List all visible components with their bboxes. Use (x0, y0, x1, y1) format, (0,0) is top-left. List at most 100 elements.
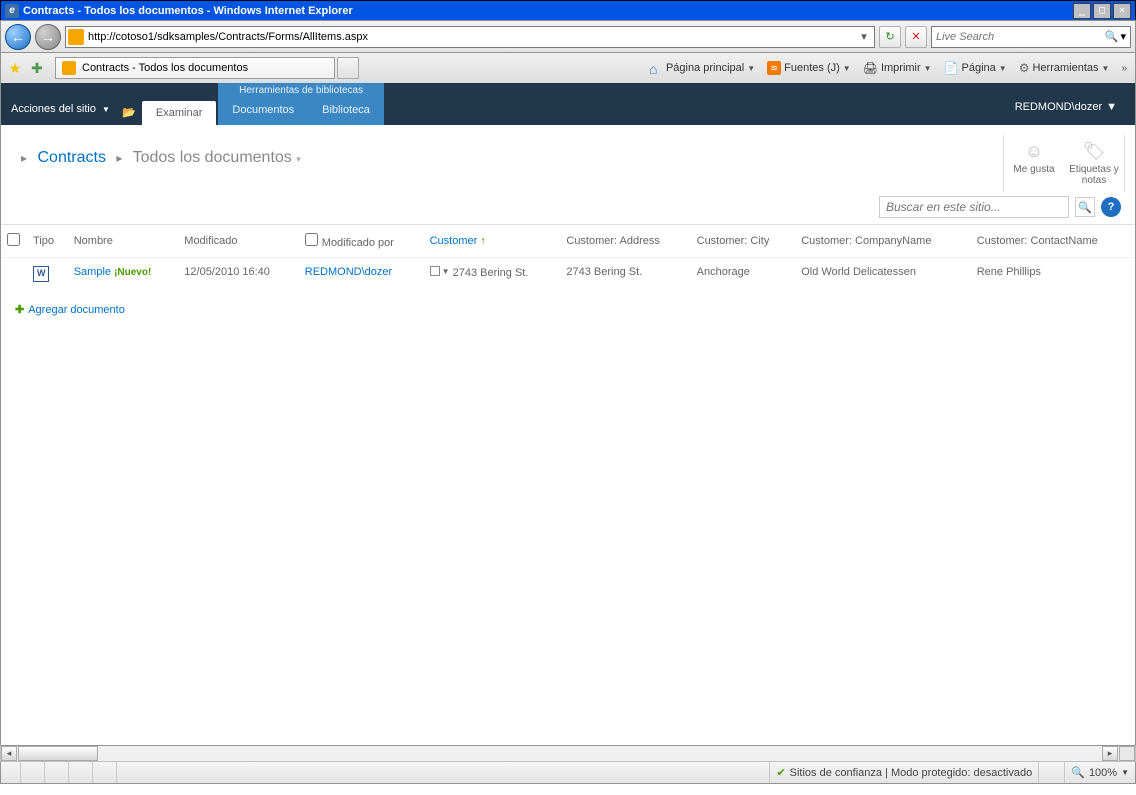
cmd-tools-label: Herramientas (1032, 62, 1098, 74)
tab-favicon (62, 61, 76, 75)
status-cell (21, 762, 45, 783)
scroll-right-button[interactable]: ▸ (1102, 746, 1118, 761)
tab-browse[interactable]: Examinar (142, 101, 216, 125)
like-label: Me gusta (1013, 164, 1054, 175)
chevron-down-icon: ▼ (924, 64, 932, 73)
doc-name-link[interactable]: Sample (74, 266, 111, 278)
filter-checkbox[interactable] (305, 233, 318, 246)
cmd-home-label: Página principal (666, 62, 744, 74)
print-icon (863, 61, 878, 75)
url-input[interactable] (88, 28, 856, 46)
command-overflow[interactable]: » (1117, 63, 1131, 74)
tags-icon: 🏷 (1068, 141, 1120, 162)
cmd-print[interactable]: Imprimir ▼ (859, 59, 936, 77)
chevron-down-icon: ▼ (1121, 768, 1129, 777)
chevron-down-icon: ▼ (843, 64, 851, 73)
stop-button[interactable]: ✕ (905, 26, 927, 48)
site-actions-label: Acciones del sitio (11, 103, 96, 115)
favorites-button[interactable]: ★ (5, 58, 25, 78)
new-tab-button[interactable] (337, 57, 359, 79)
refresh-button[interactable]: ↻ (879, 26, 901, 48)
col-type[interactable]: Tipo (27, 225, 68, 258)
breadcrumb-sep-icon: ▸ (110, 151, 128, 165)
site-search-button[interactable]: 🔍 (1075, 197, 1095, 217)
chevron-down-icon: ▾ (296, 154, 301, 164)
new-badge: ¡Nuevo! (114, 267, 151, 278)
command-bar: ★ ✚ Contracts - Todos los documentos Pág… (0, 53, 1136, 83)
user-name: REDMOND\dozer (1015, 101, 1102, 113)
cell-company: Old World Delicatessen (795, 258, 971, 294)
tab-library[interactable]: Biblioteca (308, 98, 384, 122)
close-button[interactable]: ✕ (1113, 3, 1131, 19)
cell-modified: 12/05/2010 16:40 (178, 258, 299, 294)
navigate-up-icon[interactable]: 📂 (120, 109, 138, 125)
maximize-button[interactable]: □ (1093, 3, 1111, 19)
gear-icon (1019, 61, 1030, 75)
breadcrumb-list[interactable]: Contracts (37, 149, 105, 166)
zoom-value: 100% (1089, 767, 1117, 779)
cell-address: 2743 Bering St. (560, 258, 690, 294)
cmd-home[interactable]: Página principal ▼ (645, 59, 759, 77)
content-area: ▸ Contracts ▸ Todos los documentos ▾ ☺ M… (0, 125, 1136, 745)
tags-label: Etiquetas y notas (1069, 164, 1118, 186)
browser-search-input[interactable] (936, 31, 1104, 43)
horizontal-scrollbar[interactable]: ◂ ▸ (0, 745, 1136, 762)
word-doc-icon (33, 266, 49, 282)
col-modified-by[interactable]: Modificado por (299, 225, 424, 258)
home-icon (649, 61, 663, 75)
search-dropdown[interactable]: ▾ (1120, 30, 1126, 43)
tab-documents[interactable]: Documentos (218, 98, 308, 122)
col-name[interactable]: Nombre (68, 225, 179, 258)
cell-modified-by[interactable]: REDMOND\dozer (305, 266, 392, 278)
chevron-down-icon: ▼ (999, 64, 1007, 73)
breadcrumb-sep-icon: ▸ (15, 151, 33, 165)
chevron-down-icon: ▼ (747, 64, 755, 73)
browser-tab[interactable]: Contracts - Todos los documentos (55, 57, 335, 79)
search-icon[interactable]: 🔍 (1104, 30, 1120, 43)
add-favorites-button[interactable]: ✚ (27, 58, 47, 78)
address-dropdown[interactable]: ▾ (856, 30, 872, 43)
cmd-page[interactable]: Página ▼ (940, 59, 1011, 77)
trusted-zone-icon: ✔ (776, 766, 785, 779)
col-customer[interactable]: Customer ↑ (424, 225, 561, 258)
security-zone[interactable]: ✔ Sitios de confianza | Modo protegido: … (770, 762, 1039, 783)
window-titlebar: Contracts - Todos los documentos - Windo… (0, 0, 1136, 20)
site-search-input[interactable] (879, 196, 1069, 218)
col-modified[interactable]: Modificado (178, 225, 299, 258)
col-contact[interactable]: Customer: ContactName (971, 225, 1135, 258)
add-document-link[interactable]: Agregar documento (28, 304, 125, 316)
status-cell (1, 762, 21, 783)
cmd-feeds-label: Fuentes (J) (784, 62, 840, 74)
col-address[interactable]: Customer: Address (560, 225, 690, 258)
breadcrumb-view[interactable]: Todos los documentos ▾ (133, 149, 301, 166)
status-cell (93, 762, 117, 783)
breadcrumb: ▸ Contracts ▸ Todos los documentos ▾ (15, 135, 1003, 167)
related-item-picker[interactable]: ▼ (430, 266, 450, 276)
tags-button[interactable]: 🏷 Etiquetas y notas (1064, 135, 1124, 192)
scroll-corner (1119, 746, 1135, 761)
select-all-checkbox[interactable] (7, 233, 20, 246)
site-favicon (68, 29, 84, 45)
cmd-tools[interactable]: Herramientas ▼ (1015, 59, 1114, 77)
user-menu[interactable]: REDMOND\dozer ▼ (1015, 101, 1135, 125)
table-row[interactable]: Sample ¡Nuevo! 12/05/2010 16:40 REDMOND\… (1, 258, 1135, 294)
chevron-down-icon: ▼ (442, 267, 450, 276)
ie-icon (5, 4, 19, 18)
col-city[interactable]: Customer: City (691, 225, 796, 258)
address-bar[interactable]: ▾ (65, 26, 875, 48)
chevron-down-icon: ▼ (102, 105, 110, 114)
scroll-thumb[interactable] (18, 746, 98, 761)
forward-button[interactable]: → (35, 24, 61, 50)
help-button[interactable]: ? (1101, 197, 1121, 217)
like-button[interactable]: ☺ Me gusta (1004, 135, 1064, 192)
zoom-control[interactable]: 🔍 100% ▼ (1065, 766, 1135, 779)
col-company[interactable]: Customer: CompanyName (795, 225, 971, 258)
cmd-feeds[interactable]: ≋ Fuentes (J) ▼ (763, 59, 855, 77)
browser-search[interactable]: 🔍 ▾ (931, 26, 1131, 48)
back-button[interactable]: ← (5, 24, 31, 50)
scroll-left-button[interactable]: ◂ (1, 746, 17, 761)
minimize-button[interactable]: _ (1073, 3, 1091, 19)
zoom-icon: 🔍 (1071, 766, 1085, 779)
window-title: Contracts - Todos los documentos - Windo… (23, 5, 1073, 17)
site-actions-menu[interactable]: Acciones del sitio ▼ (1, 103, 120, 125)
